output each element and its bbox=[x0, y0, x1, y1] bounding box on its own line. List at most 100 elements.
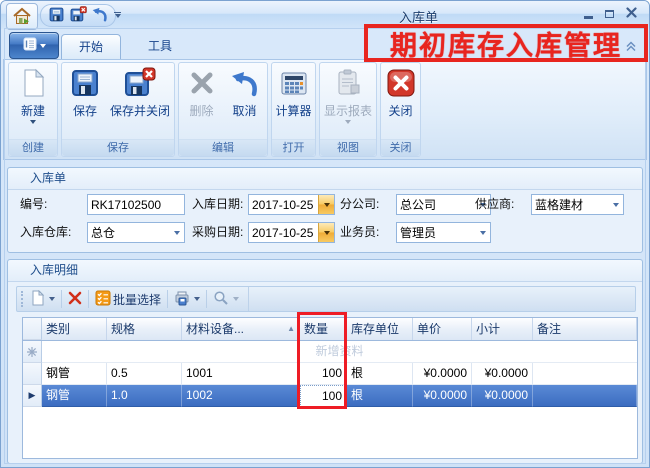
header-selector-cell[interactable] bbox=[23, 318, 42, 340]
search-button[interactable] bbox=[210, 288, 242, 311]
detail-grid: 类别 规格 材料设备... ▲ 数量 库存单位 单价 小计 备注 新增资料 bbox=[22, 317, 638, 459]
chevron-down-icon bbox=[233, 297, 239, 301]
save-icon bbox=[69, 67, 101, 102]
new-button[interactable]: 新建 bbox=[10, 67, 56, 124]
column-header-material[interactable]: 材料设备... ▲ bbox=[182, 318, 300, 340]
date-dropdown-button[interactable] bbox=[318, 223, 334, 242]
clerk-value: 管理员 bbox=[397, 224, 475, 241]
save-close-icon bbox=[70, 6, 87, 26]
toolbar-grip[interactable] bbox=[21, 291, 23, 307]
chevron-down-icon bbox=[30, 120, 36, 124]
table-row[interactable]: 钢管 0.5 1001 100 根 ¥0.0000 ¥0.0000 bbox=[23, 363, 637, 385]
undo-button-qat[interactable] bbox=[90, 6, 110, 25]
clerk-combo[interactable]: 管理员 bbox=[396, 222, 491, 243]
date-dropdown-button[interactable] bbox=[318, 195, 334, 214]
cell-remark[interactable] bbox=[533, 363, 637, 385]
column-header-spec[interactable]: 规格 bbox=[107, 318, 182, 340]
purchase-date-value: 2017-10-25 bbox=[249, 226, 318, 240]
asterisk-icon bbox=[27, 347, 37, 357]
save-and-close-label: 保存并关闭 bbox=[110, 105, 170, 118]
ribbon-collapse-button[interactable] bbox=[623, 38, 639, 54]
tab-tools[interactable]: 工具 bbox=[131, 34, 189, 59]
print-export-button[interactable] bbox=[171, 288, 203, 311]
save-close-button-qat[interactable] bbox=[68, 6, 88, 25]
cell-qty-editing[interactable]: 100 bbox=[300, 385, 347, 407]
row-selector-cell[interactable] bbox=[23, 363, 42, 385]
minimize-button[interactable] bbox=[584, 16, 593, 19]
batch-select-label: 批量选择 bbox=[113, 291, 161, 308]
cell-category[interactable]: 钢管 bbox=[42, 363, 107, 385]
add-row-button[interactable] bbox=[27, 288, 58, 311]
application-menu-button[interactable] bbox=[9, 32, 59, 59]
column-header-qty[interactable]: 数量 bbox=[300, 318, 347, 340]
batch-select-button[interactable]: 批量选择 bbox=[92, 288, 164, 311]
annotation-title-text: 期初库存入库管理 bbox=[390, 24, 622, 63]
table-row-selected[interactable]: ▶ 钢管 1.0 1002 100 根 ¥0.0000 ¥0.0000 bbox=[23, 385, 637, 407]
column-header-unit[interactable]: 库存单位 bbox=[347, 318, 413, 340]
tab-start[interactable]: 开始 bbox=[61, 34, 121, 59]
new-row-placeholder: 新增资料 bbox=[42, 341, 637, 363]
delete-button: 删除 bbox=[180, 67, 223, 118]
combo-dropdown-button[interactable] bbox=[475, 223, 490, 242]
customize-qat-button[interactable] bbox=[109, 7, 126, 23]
entry-form-title: 入库单 bbox=[8, 168, 642, 190]
column-header-category[interactable]: 类别 bbox=[42, 318, 107, 340]
app-window: 入库单 开始 工具 新建 bbox=[0, 0, 650, 468]
save-button[interactable]: 保存 bbox=[63, 67, 107, 118]
entry-date-value: 2017-10-25 bbox=[249, 198, 318, 212]
cell-unit[interactable]: 根 bbox=[347, 385, 413, 407]
maximize-button[interactable] bbox=[605, 10, 614, 18]
group-label-edit: 编辑 bbox=[179, 139, 267, 156]
close-window-button[interactable] bbox=[626, 7, 637, 21]
entry-date-picker[interactable]: 2017-10-25 bbox=[248, 194, 335, 215]
cell-qty[interactable]: 100 bbox=[300, 363, 347, 385]
delete-row-button[interactable] bbox=[65, 289, 85, 310]
toolbar-separator bbox=[88, 290, 89, 308]
chevron-down-icon bbox=[194, 297, 200, 301]
column-header-remark[interactable]: 备注 bbox=[533, 318, 637, 340]
calculator-button[interactable]: 计算器 bbox=[273, 67, 315, 118]
column-header-subtotal[interactable]: 小计 bbox=[472, 318, 533, 340]
cell-spec[interactable]: 1.0 bbox=[107, 385, 182, 407]
app-icon-button[interactable] bbox=[6, 3, 38, 30]
title-bar: 入库单 bbox=[1, 1, 649, 29]
combo-dropdown-button[interactable] bbox=[169, 223, 184, 242]
entry-date-label: 入库日期: bbox=[192, 194, 243, 215]
save-button-label: 保存 bbox=[73, 105, 97, 118]
cell-material[interactable]: 1002 bbox=[182, 385, 300, 407]
annotation-title-box: 期初库存入库管理 bbox=[364, 24, 648, 62]
ribbon-group-close: 关闭 关闭 bbox=[380, 62, 421, 157]
number-label: 编号: bbox=[20, 194, 47, 215]
purchase-date-picker[interactable]: 2017-10-25 bbox=[248, 222, 335, 243]
cell-subtotal[interactable]: ¥0.0000 bbox=[472, 385, 533, 407]
save-button-qat[interactable] bbox=[46, 6, 66, 25]
number-input[interactable] bbox=[87, 194, 185, 215]
undo-icon bbox=[229, 67, 261, 102]
new-document-icon bbox=[30, 290, 45, 309]
qat-more-bar bbox=[114, 12, 121, 13]
close-button[interactable]: 关闭 bbox=[382, 67, 420, 118]
supplier-combo[interactable]: 蓝格建材 bbox=[531, 194, 624, 215]
save-and-close-button[interactable]: 保存并关闭 bbox=[107, 67, 173, 118]
cell-spec[interactable]: 0.5 bbox=[107, 363, 182, 385]
new-row-indicator bbox=[23, 341, 42, 363]
undo-icon bbox=[91, 5, 109, 26]
warehouse-combo[interactable]: 总仓 bbox=[87, 222, 185, 243]
delete-button-label: 删除 bbox=[189, 105, 213, 118]
cell-unit[interactable]: 根 bbox=[347, 363, 413, 385]
column-header-price[interactable]: 单价 bbox=[413, 318, 472, 340]
cell-category[interactable]: 钢管 bbox=[42, 385, 107, 407]
cell-price[interactable]: ¥0.0000 bbox=[413, 385, 472, 407]
entry-form-groupbox: 入库单 编号: 入库日期: 2017-10-25 分公司: 总公司 供应商: 蓝… bbox=[7, 167, 643, 253]
cell-material[interactable]: 1001 bbox=[182, 363, 300, 385]
cell-remark[interactable] bbox=[533, 385, 637, 407]
combo-dropdown-button[interactable] bbox=[608, 195, 623, 214]
chevron-down-icon bbox=[480, 231, 486, 235]
cell-subtotal[interactable]: ¥0.0000 bbox=[472, 363, 533, 385]
cell-price[interactable]: ¥0.0000 bbox=[413, 363, 472, 385]
row-selector-cell[interactable]: ▶ bbox=[23, 385, 42, 407]
delete-icon bbox=[68, 291, 82, 308]
grid-new-row[interactable]: 新增资料 bbox=[23, 341, 637, 363]
home-icon bbox=[12, 6, 32, 28]
cancel-button[interactable]: 取消 bbox=[223, 67, 266, 118]
